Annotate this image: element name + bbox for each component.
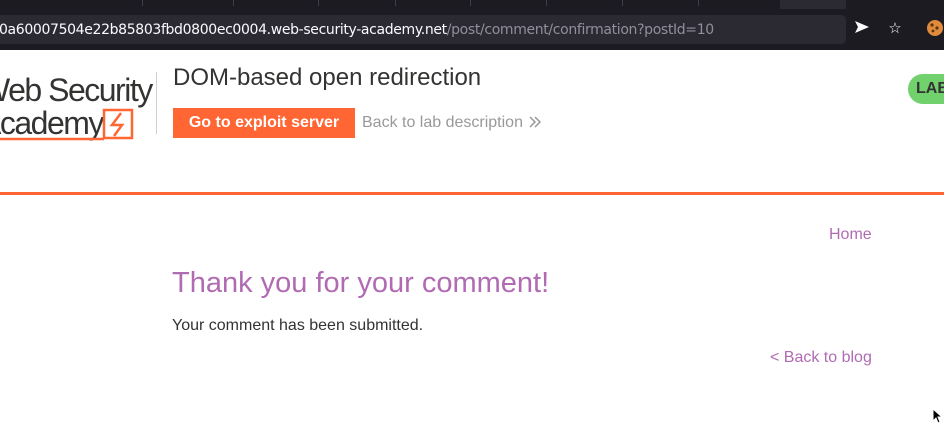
url-host: 0a60007504e22b85803fbd0800ec0004.web-sec… [0,22,447,38]
back-to-lab-label: Back to lab description [362,114,523,131]
address-bar[interactable]: 0a60007504e22b85803fbd0800ec0004.web-sec… [0,15,846,44]
tab-separator [318,0,319,6]
back-to-lab-description-link[interactable]: Back to lab description [362,114,542,132]
tab-separator [698,0,699,6]
tab-separator [142,0,143,6]
logo-line1: Web Security [0,72,153,108]
active-tab[interactable] [780,0,846,9]
page-title: Thank you for your comment! [172,267,550,299]
mouse-cursor-icon [932,408,942,424]
bookmark-star-icon[interactable]: ☆ [885,19,905,39]
header-divider [0,192,944,195]
academy-logo[interactable]: Web Security Academy [0,70,156,142]
tab-separator [233,0,234,6]
logo-divider [156,72,157,134]
confirmation-message: Your comment has been submitted. [172,317,424,334]
lab-status-badge: LAB [908,74,944,104]
tab-separator [622,0,623,6]
url-text[interactable]: 0a60007504e22b85803fbd0800ec0004.web-sec… [0,22,714,38]
go-to-exploit-server-button[interactable]: Go to exploit server [173,108,355,138]
logo-bolt [109,112,125,137]
send-icon[interactable] [852,19,872,39]
double-chevron-right-icon [529,116,542,128]
tab-separator [395,0,396,6]
url-path: /post/comment/confirmation?postId=10 [446,22,714,38]
cookie-extension-icon[interactable] [925,19,944,39]
tab-separator [470,0,471,6]
tab-separator [546,0,547,6]
logo-line2: Academy [0,105,104,141]
browser-toolbar: 0a60007504e22b85803fbd0800ec0004.web-sec… [0,9,944,50]
home-link[interactable]: Home [829,226,872,244]
lab-title: DOM-based open redirection [173,64,482,91]
back-to-blog-link[interactable]: < Back to blog [770,349,872,367]
browser-tab-strip [0,0,944,9]
lab-header: Web Security Academy DOM-based open redi… [0,50,944,192]
